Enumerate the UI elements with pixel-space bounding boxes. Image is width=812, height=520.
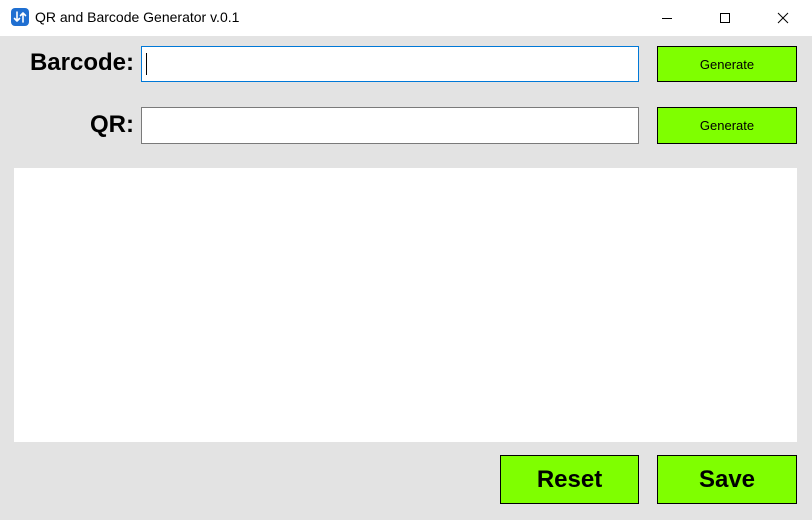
text-caret (146, 53, 147, 75)
qr-input[interactable] (141, 107, 639, 144)
maximize-icon (720, 13, 730, 23)
generate-qr-button[interactable]: Generate (657, 107, 797, 144)
generate-barcode-button[interactable]: Generate (657, 46, 797, 82)
barcode-label: Barcode: (29, 49, 134, 76)
qr-label: QR: (90, 111, 134, 138)
close-button[interactable] (754, 0, 812, 36)
close-icon (777, 12, 789, 24)
title-bar: QR and Barcode Generator v.0.1 (0, 0, 812, 36)
reset-button[interactable]: Reset (500, 455, 639, 504)
minimize-icon (662, 18, 672, 19)
save-button[interactable]: Save (657, 455, 797, 504)
barcode-input[interactable] (141, 46, 639, 82)
app-icon (11, 8, 29, 26)
window-title: QR and Barcode Generator v.0.1 (35, 9, 240, 25)
code-preview-area (14, 168, 797, 442)
maximize-button[interactable] (696, 0, 754, 36)
minimize-button[interactable] (638, 0, 696, 36)
